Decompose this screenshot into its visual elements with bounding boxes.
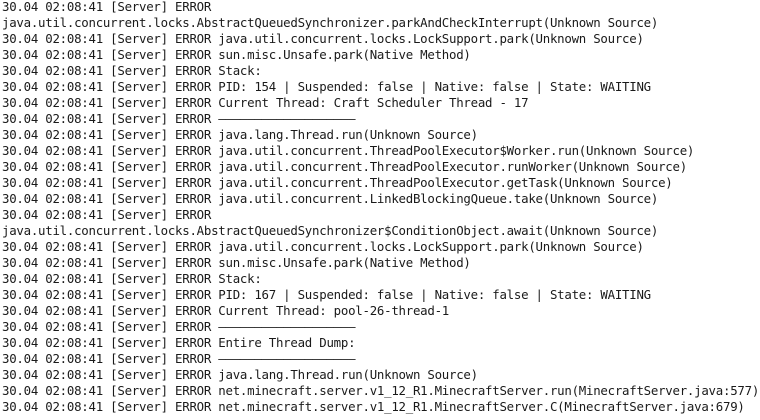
log-line: 30.04 02:08:41 [Server] ERROR — [2, 207, 212, 222]
log-line: java.util.concurrent.locks.AbstractQueue… — [2, 223, 659, 238]
log-line: 30.04 02:08:41 [Server] ERROR Entire Thr… — [2, 335, 356, 350]
log-line: 30.04 02:08:41 [Server] ERROR PID: 167 |… — [2, 287, 651, 302]
log-line: 30.04 02:08:41 [Server] ERROR Stack: — [2, 271, 262, 286]
log-line: 30.04 02:08:41 [Server] ERROR Current Th… — [2, 303, 450, 318]
log-line: 30.04 02:08:41 [Server] ERROR java.util.… — [2, 175, 673, 190]
log-line: 30.04 02:08:41 [Server] ERROR net.minecr… — [2, 383, 760, 398]
log-line: 30.04 02:08:41 [Server] ERROR net.minecr… — [2, 399, 745, 414]
log-line: 30.04 02:08:41 [Server] ERROR java.util.… — [2, 239, 644, 254]
log-line: 30.04 02:08:41 [Server] ERROR java.util.… — [2, 31, 644, 46]
log-line: 30.04 02:08:41 [Server] ERROR ——————————… — [2, 319, 356, 334]
log-line: 30.04 02:08:41 [Server] ERROR Stack: — [2, 63, 262, 78]
console-log-view[interactable]: 30.04 02:08:41 [Server] ERROR java.util.… — [0, 0, 760, 420]
log-line: 30.04 02:08:41 [Server] ERROR sun.misc.U… — [2, 47, 471, 62]
log-line: 30.04 02:08:41 [Server] ERROR java.util.… — [2, 191, 659, 206]
log-line: 30.04 02:08:41 [Server] ERROR — [2, 0, 212, 14]
log-line: 30.04 02:08:41 [Server] ERROR java.lang.… — [2, 367, 478, 382]
log-line: 30.04 02:08:41 [Server] ERROR PID: 154 |… — [2, 79, 651, 94]
log-line: 30.04 02:08:41 [Server] ERROR Current Th… — [2, 95, 529, 110]
log-line: 30.04 02:08:41 [Server] ERROR ——————————… — [2, 111, 356, 126]
log-line: 30.04 02:08:41 [Server] ERROR sun.misc.U… — [2, 255, 471, 270]
log-line: java.util.concurrent.locks.AbstractQueue… — [2, 15, 659, 30]
log-line: 30.04 02:08:41 [Server] ERROR java.util.… — [2, 143, 695, 158]
log-line: 30.04 02:08:41 [Server] ERROR java.lang.… — [2, 127, 478, 142]
log-line: 30.04 02:08:41 [Server] ERROR java.util.… — [2, 159, 687, 174]
log-lines: 30.04 02:08:41 [Server] ERROR java.util.… — [2, 0, 759, 415]
log-line: 30.04 02:08:41 [Server] ERROR ——————————… — [2, 351, 356, 366]
